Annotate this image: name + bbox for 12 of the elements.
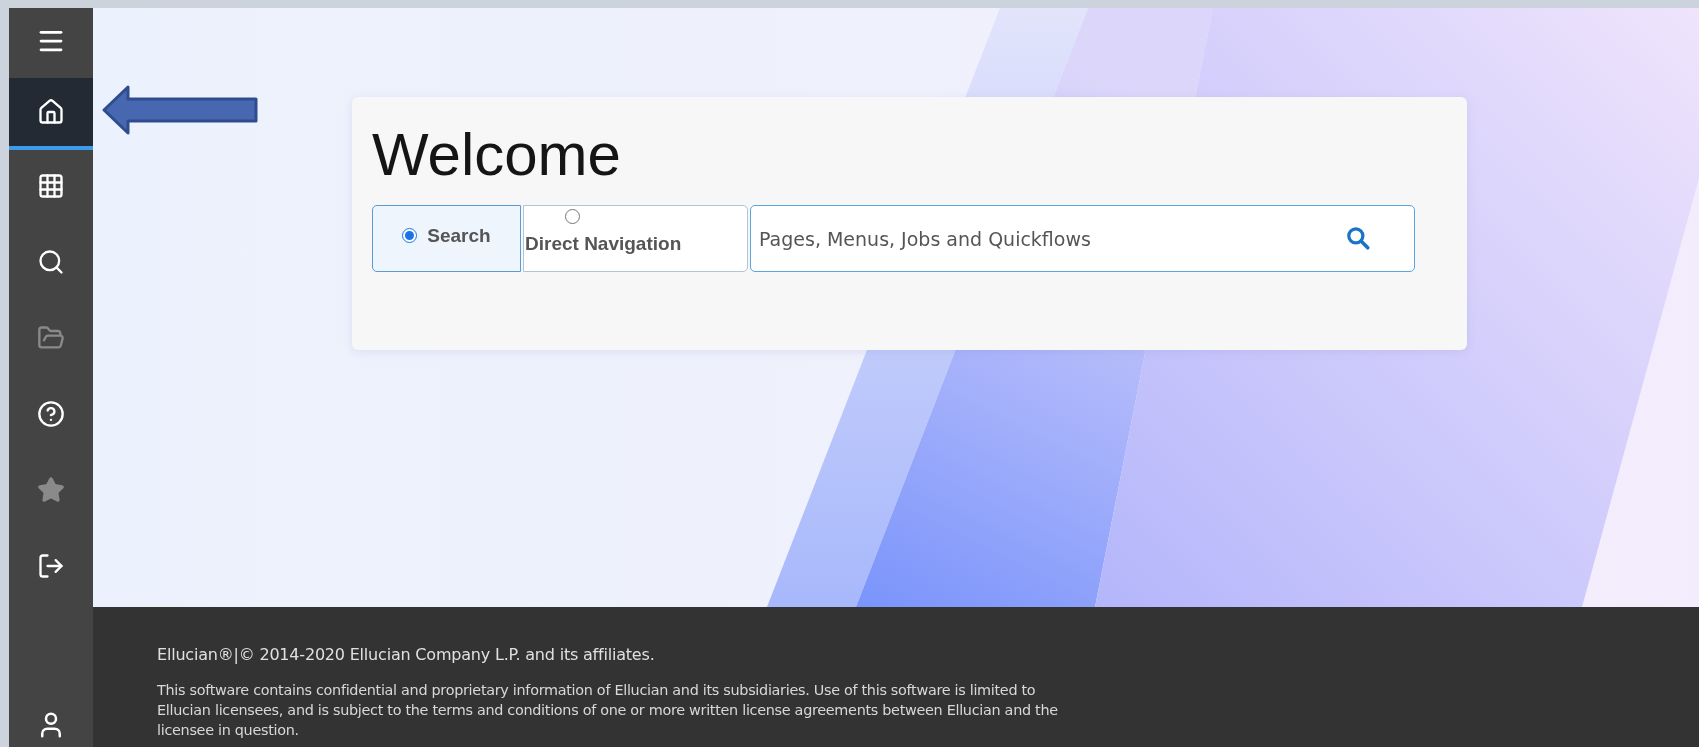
mode-label: Direct Navigation [525,233,682,255]
search-icon[interactable] [1345,225,1371,251]
home-icon[interactable] [9,78,93,150]
license-notice: This software contains confidential and proprietary information of Ellucian and its subsidiaries. Use of this software is limited to Ellucian licensees, and is subject to the terms and conditions of one or more written license agreements between Ellucian and the licensee in question. [157,681,1059,740]
search-field[interactable]: Pages, Menus, Jobs and Quickflows [750,205,1415,272]
mode-label: Search [427,224,491,247]
copyright-text: Ellucian®|© 2014-2020 Ellucian Company L.P. and its affiliates. [157,645,656,664]
welcome-title: Welcome [372,120,622,190]
mode-option[interactable]: Search [372,205,521,272]
radio-button[interactable] [565,209,580,224]
radio-button[interactable] [402,228,418,243]
mode-option[interactable]: Direct Navigation [523,205,748,272]
